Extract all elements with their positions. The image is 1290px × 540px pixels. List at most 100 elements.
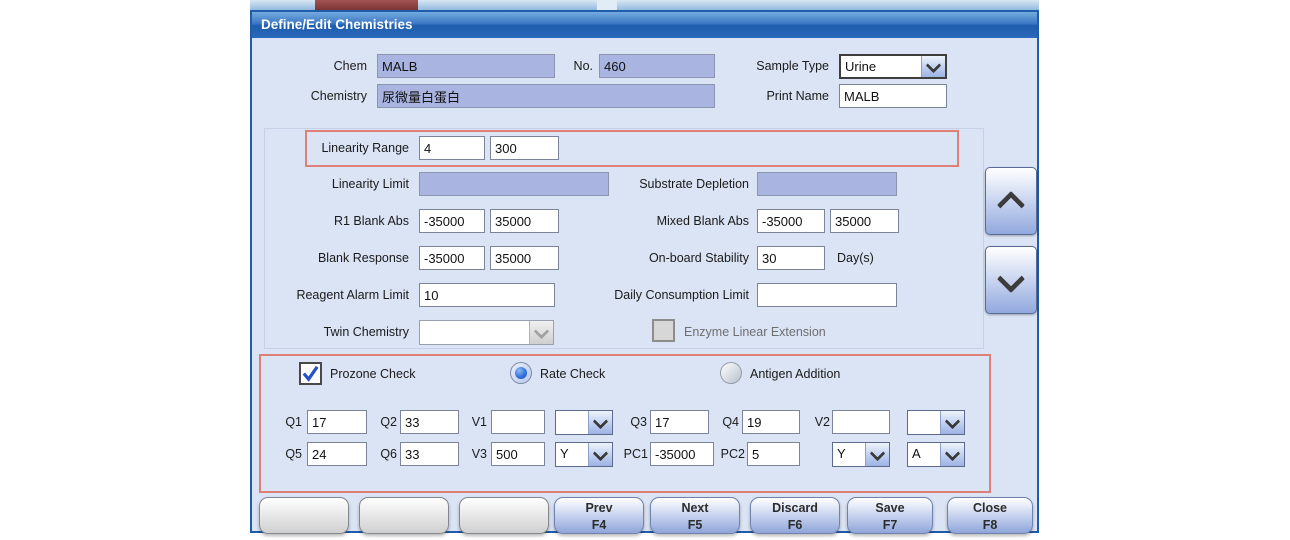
- pc2-label: PC2: [713, 442, 745, 466]
- v1-unit-value: [556, 411, 588, 434]
- define-edit-chemistries-dialog: Define/Edit Chemistries Chem No. Sample …: [250, 10, 1039, 533]
- linearity-range-high-field[interactable]: [490, 136, 559, 160]
- reagent-alarm-limit-label: Reagent Alarm Limit: [272, 283, 409, 307]
- mixed-blank-abs-label: Mixed Blank Abs: [582, 209, 749, 233]
- reagent-alarm-limit-field[interactable]: [419, 283, 555, 307]
- v3-unit-dropdown-button[interactable]: [588, 443, 612, 466]
- linearity-range-label: Linearity Range: [272, 136, 409, 160]
- antigen-addition-radio[interactable]: [720, 362, 742, 384]
- linearity-limit-field[interactable]: [419, 172, 609, 196]
- onboard-stability-label: On-board Stability: [582, 246, 749, 270]
- linearity-range-low-field[interactable]: [419, 136, 485, 160]
- r1-blank-abs-low-field[interactable]: [419, 209, 485, 233]
- dialog-titlebar: Define/Edit Chemistries: [252, 12, 1037, 38]
- background-tab-separator: [597, 0, 617, 10]
- v1-unit-dropdown[interactable]: [555, 410, 613, 435]
- onboard-stability-unit-label: Day(s): [837, 246, 907, 270]
- chevron-up-icon: [997, 191, 1025, 219]
- v2-field[interactable]: [832, 410, 890, 434]
- prev-button[interactable]: PrevF4: [554, 497, 644, 534]
- daily-consumption-limit-label: Daily Consumption Limit: [582, 283, 749, 307]
- mixed-blank-abs-low-field[interactable]: [757, 209, 825, 233]
- q5-label: Q5: [282, 442, 302, 466]
- v2-unit-dropdown-button[interactable]: [940, 411, 964, 434]
- screen: Define/Edit Chemistries Chem No. Sample …: [0, 0, 1290, 540]
- blank-response-label: Blank Response: [272, 246, 409, 270]
- save-button[interactable]: SaveF7: [847, 497, 933, 534]
- linearity-limit-label: Linearity Limit: [272, 172, 409, 196]
- blank-button-3[interactable]: [459, 497, 549, 534]
- no-field[interactable]: [599, 54, 715, 78]
- chevron-down-icon: [870, 445, 886, 461]
- q3-field[interactable]: [650, 410, 709, 434]
- blank-button-1[interactable]: [259, 497, 349, 534]
- q2-label: Q2: [375, 410, 397, 434]
- pc1-label: PC1: [618, 442, 648, 466]
- chemistry-field[interactable]: [377, 84, 715, 108]
- next-button[interactable]: NextF5: [650, 497, 740, 534]
- background-active-tab: [315, 0, 418, 10]
- v3-field[interactable]: [491, 442, 545, 466]
- v2-unit-dropdown[interactable]: [907, 410, 965, 435]
- sample-type-dropdown-button[interactable]: [921, 56, 945, 77]
- q3-label: Q3: [625, 410, 647, 434]
- onboard-stability-field[interactable]: [757, 246, 825, 270]
- chevron-down-icon: [945, 413, 961, 429]
- q2-field[interactable]: [400, 410, 459, 434]
- flag-a-dropdown-button[interactable]: [940, 443, 964, 466]
- chem-field[interactable]: [377, 54, 555, 78]
- enzyme-linear-extension-checkbox: [652, 319, 675, 342]
- rate-check-label: Rate Check: [540, 362, 630, 386]
- prozone-check-checkbox[interactable]: [299, 362, 322, 385]
- chevron-down-icon: [945, 445, 961, 461]
- rate-check-radio[interactable]: [510, 362, 532, 384]
- substrate-depletion-label: Substrate Depletion: [582, 172, 749, 196]
- q1-field[interactable]: [307, 410, 367, 434]
- no-label: No.: [532, 54, 593, 78]
- mixed-blank-abs-high-field[interactable]: [830, 209, 899, 233]
- v1-unit-dropdown-button[interactable]: [588, 411, 612, 434]
- background-tabs-strip: [250, 0, 1039, 10]
- flag-y-dropdown[interactable]: Y: [832, 442, 890, 467]
- r1-blank-abs-high-field[interactable]: [490, 209, 559, 233]
- print-name-field[interactable]: [839, 84, 947, 108]
- discard-button[interactable]: DiscardF6: [750, 497, 840, 534]
- v2-unit-value: [908, 411, 940, 434]
- chevron-down-icon: [593, 445, 609, 461]
- print-name-label: Print Name: [732, 84, 829, 108]
- twin-chemistry-dropdown-button: [529, 321, 553, 344]
- q4-label: Q4: [715, 410, 739, 434]
- sample-type-value: Urine: [841, 56, 921, 77]
- q1-label: Q1: [282, 410, 302, 434]
- scroll-up-button[interactable]: [985, 167, 1037, 235]
- chevron-down-icon: [997, 264, 1025, 292]
- pc2-field[interactable]: [747, 442, 800, 466]
- enzyme-linear-extension-label: Enzyme Linear Extension: [684, 320, 864, 344]
- twin-chemistry-value: [420, 321, 529, 344]
- chevron-down-icon: [534, 323, 550, 339]
- flag-a-dropdown[interactable]: A: [907, 442, 965, 467]
- substrate-depletion-field[interactable]: [757, 172, 897, 196]
- chevron-down-icon: [926, 57, 942, 73]
- v3-label: V3: [465, 442, 487, 466]
- scroll-down-button[interactable]: [985, 246, 1037, 314]
- v3-unit-dropdown[interactable]: Y: [555, 442, 613, 467]
- twin-chemistry-label: Twin Chemistry: [272, 320, 409, 344]
- blank-response-low-field[interactable]: [419, 246, 485, 270]
- pc1-field[interactable]: [650, 442, 714, 466]
- blank-response-high-field[interactable]: [490, 246, 559, 270]
- v1-label: V1: [465, 410, 487, 434]
- sample-type-dropdown[interactable]: Urine: [839, 54, 947, 79]
- q5-field[interactable]: [307, 442, 367, 466]
- twin-chemistry-dropdown[interactable]: [419, 320, 554, 345]
- q6-field[interactable]: [400, 442, 459, 466]
- close-button[interactable]: CloseF8: [947, 497, 1033, 534]
- prozone-check-label: Prozone Check: [330, 362, 440, 386]
- chevron-down-icon: [593, 413, 609, 429]
- v1-field[interactable]: [491, 410, 545, 434]
- q4-field[interactable]: [742, 410, 800, 434]
- daily-consumption-limit-field[interactable]: [757, 283, 897, 307]
- blank-button-2[interactable]: [359, 497, 449, 534]
- sample-type-label: Sample Type: [732, 54, 829, 78]
- flag-y-dropdown-button[interactable]: [865, 443, 889, 466]
